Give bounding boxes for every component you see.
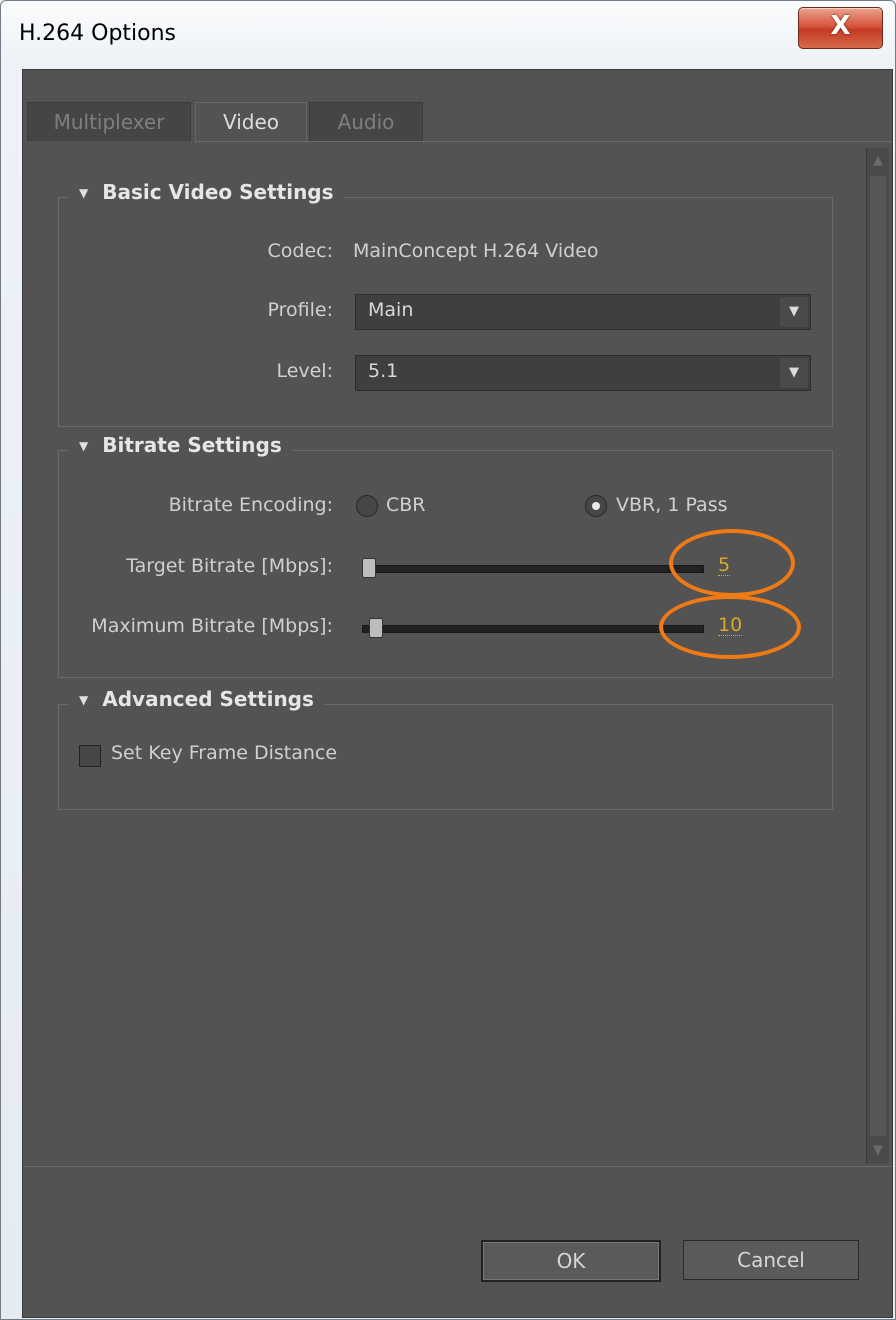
profile-label: Profile:	[267, 299, 333, 321]
maximum-bitrate-slider-thumb[interactable]	[369, 618, 383, 638]
close-button[interactable]: X	[798, 7, 883, 49]
tab-audio[interactable]: Audio	[309, 102, 423, 141]
profile-dropdown[interactable]: Main ▼	[355, 294, 811, 330]
h264-options-dialog: H.264 Options X Multiplexer Video Audio …	[0, 0, 896, 1320]
scroll-up-arrow-icon[interactable]: ▲	[867, 154, 889, 168]
vbr-1-pass-label[interactable]: VBR, 1 Pass	[616, 494, 728, 516]
window-title: H.264 Options	[19, 21, 177, 46]
codec-value: MainConcept H.264 Video	[353, 240, 599, 262]
level-label: Level:	[276, 360, 333, 382]
set-key-frame-distance-label[interactable]: Set Key Frame Distance	[111, 742, 337, 764]
annotation-circle	[669, 529, 795, 597]
cbr-label[interactable]: CBR	[386, 494, 426, 516]
bitrate-settings-title: Bitrate Settings	[102, 433, 282, 457]
dropdown-arrow-icon[interactable]: ▼	[780, 358, 808, 388]
dialog-body: Multiplexer Video Audio ▲ ▼ ▼ Basic Video…	[22, 69, 893, 1318]
level-dropdown-value: 5.1	[368, 360, 399, 382]
level-dropdown[interactable]: 5.1 ▼	[355, 355, 811, 391]
profile-dropdown-value: Main	[368, 299, 414, 321]
ok-button[interactable]: OK	[481, 1240, 661, 1282]
basic-video-settings-header[interactable]: ▼ Basic Video Settings	[69, 180, 344, 204]
target-bitrate-slider-thumb[interactable]	[362, 558, 376, 578]
maximum-bitrate-slider[interactable]	[362, 625, 704, 633]
button-area-divider	[23, 1166, 892, 1167]
basic-video-settings-title: Basic Video Settings	[102, 180, 334, 204]
vbr-1-pass-radio[interactable]	[585, 495, 607, 517]
target-bitrate-slider[interactable]	[362, 565, 704, 573]
dropdown-arrow-icon[interactable]: ▼	[780, 297, 808, 327]
tab-divider	[195, 141, 892, 142]
annotation-circle	[659, 595, 801, 659]
scroll-down-arrow-icon[interactable]: ▼	[867, 1144, 889, 1158]
vertical-scrollbar[interactable]: ▲ ▼	[866, 148, 889, 1164]
advanced-settings-group: ▼ Advanced Settings Set Key Frame Distanc…	[58, 687, 833, 810]
collapse-triangle-icon[interactable]: ▼	[79, 439, 88, 453]
collapse-triangle-icon[interactable]: ▼	[79, 693, 88, 707]
bitrate-settings-group: ▼ Bitrate Settings Bitrate Encoding: CBR …	[58, 433, 833, 678]
collapse-triangle-icon[interactable]: ▼	[79, 186, 88, 200]
advanced-settings-title: Advanced Settings	[102, 687, 314, 711]
bitrate-settings-header[interactable]: ▼ Bitrate Settings	[69, 433, 292, 457]
title-bar: H.264 Options X	[1, 1, 895, 69]
bitrate-encoding-label: Bitrate Encoding:	[168, 494, 333, 516]
tab-video[interactable]: Video	[195, 102, 307, 143]
advanced-settings-header[interactable]: ▼ Advanced Settings	[69, 687, 324, 711]
tab-multiplexer[interactable]: Multiplexer	[27, 102, 191, 141]
set-key-frame-distance-checkbox[interactable]	[79, 745, 101, 767]
close-icon: X	[830, 11, 851, 41]
scroll-thumb[interactable]	[870, 176, 886, 1136]
maximum-bitrate-label: Maximum Bitrate [Mbps]:	[91, 615, 333, 637]
cbr-radio[interactable]	[356, 495, 378, 517]
basic-video-settings-group: ▼ Basic Video Settings Codec: MainConcept…	[58, 180, 833, 427]
codec-label: Codec:	[267, 240, 334, 262]
cancel-button[interactable]: Cancel	[683, 1240, 859, 1280]
target-bitrate-label: Target Bitrate [Mbps]:	[126, 555, 333, 577]
